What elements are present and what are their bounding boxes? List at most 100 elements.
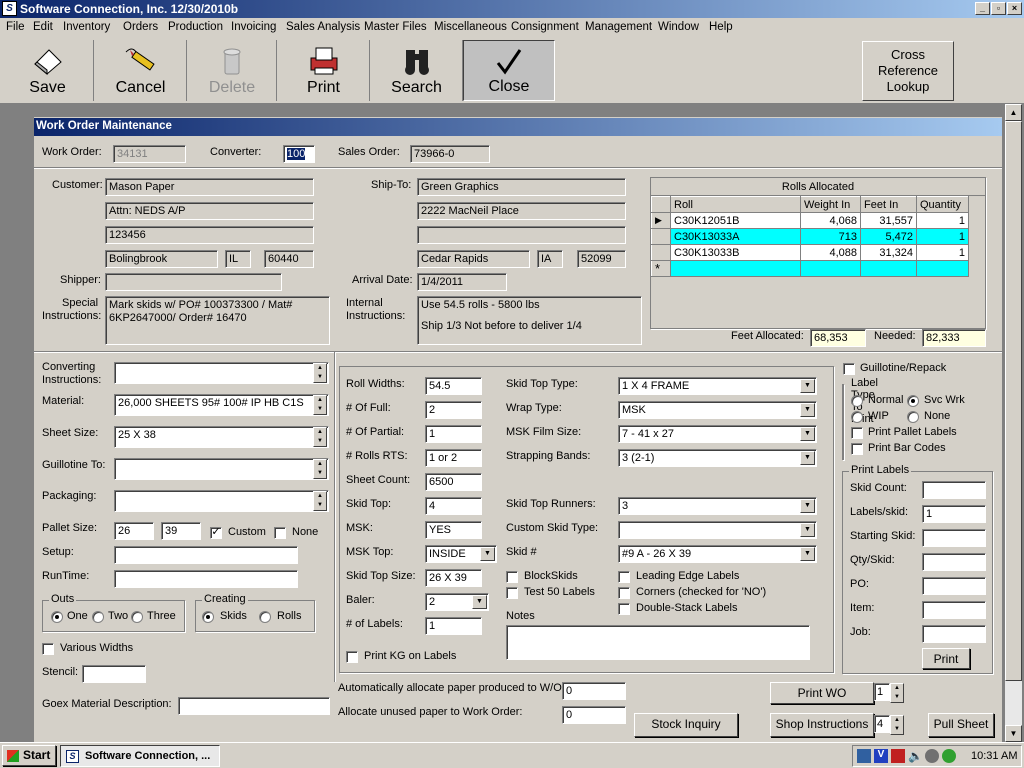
creating-rolls-radio[interactable] bbox=[259, 611, 271, 623]
menu-orders[interactable]: Orders bbox=[123, 21, 158, 33]
weight-cell[interactable]: 4,088 bbox=[800, 244, 861, 261]
normal-radio[interactable] bbox=[851, 395, 863, 407]
strapping-select[interactable]: 3 (2-1) ▼ bbox=[618, 449, 817, 467]
dropdown-arrow-icon[interactable]: ▼ bbox=[800, 547, 815, 561]
goex-field[interactable] bbox=[178, 697, 330, 715]
weight-cell[interactable]: 4,068 bbox=[800, 212, 861, 229]
menu-help[interactable]: Help bbox=[709, 21, 733, 33]
close-button[interactable]: Close bbox=[463, 40, 555, 101]
msk-film-select[interactable]: 7 - 41 x 27 ▼ bbox=[618, 425, 817, 443]
sheet-size-scroll-icon[interactable]: ▲ ▼ bbox=[313, 427, 327, 447]
search-button[interactable]: Search bbox=[371, 40, 463, 101]
weight-cell[interactable] bbox=[800, 260, 861, 277]
cancel-button[interactable]: Cancel bbox=[95, 40, 187, 101]
print-labels-button[interactable]: Print bbox=[922, 648, 970, 669]
table-row[interactable]: C30K13033A 713 5,472 1 bbox=[651, 228, 969, 245]
vertical-scrollbar[interactable]: ▲ ▼ bbox=[1005, 104, 1022, 742]
guillotine-repack-checkbox[interactable] bbox=[843, 363, 855, 375]
row-selector[interactable] bbox=[651, 228, 671, 245]
converting-scroll-icon[interactable]: ▲ ▼ bbox=[313, 363, 327, 383]
none-checkbox[interactable] bbox=[274, 527, 286, 539]
feet-cell[interactable]: 5,472 bbox=[860, 228, 917, 245]
double-stack-checkbox[interactable] bbox=[618, 603, 630, 615]
menu-miscellaneous[interactable]: Miscellaneous bbox=[434, 21, 507, 33]
dropdown-arrow-icon[interactable]: ▼ bbox=[800, 403, 815, 417]
minimize-button[interactable]: _ bbox=[975, 2, 990, 15]
customer-attn-field[interactable]: Attn: NEDS A/P bbox=[105, 202, 314, 220]
menu-master-files[interactable]: Master Files bbox=[364, 21, 427, 33]
qty-skid-field[interactable] bbox=[922, 553, 986, 571]
ship-to-city-field[interactable]: Cedar Rapids bbox=[417, 250, 530, 268]
stencil-field[interactable] bbox=[82, 665, 146, 683]
sheet-size-field[interactable]: 25 X 38 bbox=[114, 426, 329, 448]
ship-to-address2-field[interactable] bbox=[417, 226, 626, 244]
customer-address-field[interactable]: 123456 bbox=[105, 226, 314, 244]
unused-paper-field[interactable]: 0 bbox=[562, 706, 626, 724]
settings-icon[interactable] bbox=[925, 749, 939, 763]
wip-radio[interactable] bbox=[851, 411, 863, 423]
shop-count-field[interactable]: 4 bbox=[874, 715, 890, 733]
roll-cell[interactable]: C30K13033A bbox=[670, 228, 801, 245]
menu-inventory[interactable]: Inventory bbox=[63, 21, 110, 33]
arrival-date-field[interactable]: 1/4/2011 bbox=[417, 273, 507, 291]
shop-spinner-icon[interactable]: ▲ ▼ bbox=[890, 715, 904, 735]
shipper-field[interactable] bbox=[105, 273, 282, 291]
skid-num-select[interactable]: #9 A - 26 X 39 ▼ bbox=[618, 545, 817, 563]
qty-cell[interactable]: 1 bbox=[916, 244, 969, 261]
dropdown-arrow-icon[interactable]: ▼ bbox=[800, 499, 815, 513]
scroll-down-icon[interactable]: ▼ bbox=[1005, 725, 1022, 742]
customer-zip-field[interactable]: 60440 bbox=[264, 250, 314, 268]
col-feet[interactable]: Feet In bbox=[860, 196, 917, 213]
msk-field[interactable]: YES bbox=[425, 521, 482, 539]
col-roll[interactable]: Roll bbox=[670, 196, 801, 213]
pallet-labels-checkbox[interactable] bbox=[851, 427, 863, 439]
ship-to-address1-field[interactable]: 2222 MacNeil Place bbox=[417, 202, 626, 220]
ship-to-state-field[interactable]: IA bbox=[537, 250, 563, 268]
baler-select[interactable]: 2 ▼ bbox=[425, 593, 489, 611]
po-field[interactable] bbox=[922, 577, 986, 595]
packaging-field[interactable] bbox=[114, 490, 329, 512]
custom-skid-select[interactable]: ▼ bbox=[618, 521, 817, 539]
customer-state-field[interactable]: IL bbox=[225, 250, 251, 268]
feet-cell[interactable]: 31,557 bbox=[860, 212, 917, 229]
clock[interactable]: 10:31 AM bbox=[971, 750, 1017, 762]
scroll-up-icon[interactable]: ▲ bbox=[1005, 104, 1022, 121]
num-full-field[interactable]: 2 bbox=[425, 401, 482, 419]
bar-codes-checkbox[interactable] bbox=[851, 443, 863, 455]
material-scroll-icon[interactable]: ▲ ▼ bbox=[313, 395, 327, 415]
new-row-asterisk-icon[interactable]: * bbox=[651, 260, 671, 277]
item-field[interactable] bbox=[922, 601, 986, 619]
setup-field[interactable] bbox=[114, 546, 298, 564]
converting-instructions-field[interactable] bbox=[114, 362, 329, 384]
svc-wrk-radio[interactable] bbox=[907, 395, 919, 407]
roll-cell[interactable]: C30K12051B bbox=[670, 212, 801, 229]
stock-inquiry-button[interactable]: Stock Inquiry bbox=[634, 713, 738, 737]
col-quantity[interactable]: Quantity bbox=[916, 196, 969, 213]
delete-button[interactable]: Delete bbox=[188, 40, 277, 101]
guillotine-scroll-icon[interactable]: ▲ ▼ bbox=[313, 459, 327, 479]
print-kg-checkbox[interactable] bbox=[346, 651, 358, 663]
menu-edit[interactable]: Edit bbox=[33, 21, 53, 33]
network-icon[interactable] bbox=[857, 749, 871, 763]
skid-count-field[interactable] bbox=[922, 481, 986, 499]
blockskids-checkbox[interactable] bbox=[506, 571, 518, 583]
none-radio[interactable] bbox=[907, 411, 919, 423]
col-weight[interactable]: Weight In bbox=[800, 196, 861, 213]
cross-reference-lookup-button[interactable]: Cross Reference Lookup bbox=[862, 41, 954, 101]
msk-top-select[interactable]: INSIDE ▼ bbox=[425, 545, 497, 563]
dropdown-arrow-icon[interactable]: ▼ bbox=[800, 523, 815, 537]
print-wo-button[interactable]: Print WO bbox=[770, 682, 874, 704]
status-icon[interactable] bbox=[942, 749, 956, 763]
leading-edge-checkbox[interactable] bbox=[618, 571, 630, 583]
feet-cell[interactable] bbox=[860, 260, 917, 277]
various-widths-checkbox[interactable] bbox=[42, 643, 54, 655]
sales-order-field[interactable]: 73966-0 bbox=[410, 145, 490, 163]
runtime-field[interactable] bbox=[114, 570, 298, 588]
ship-to-name-field[interactable]: Green Graphics bbox=[417, 178, 626, 196]
weight-cell[interactable]: 713 bbox=[800, 228, 861, 245]
qty-cell[interactable]: 1 bbox=[916, 228, 969, 245]
rolls-rts-field[interactable]: 1 or 2 bbox=[425, 449, 482, 467]
dropdown-arrow-icon[interactable]: ▼ bbox=[480, 547, 495, 561]
roll-cell[interactable]: C30K13033B bbox=[670, 244, 801, 261]
pull-sheet-button[interactable]: Pull Sheet bbox=[928, 713, 994, 737]
